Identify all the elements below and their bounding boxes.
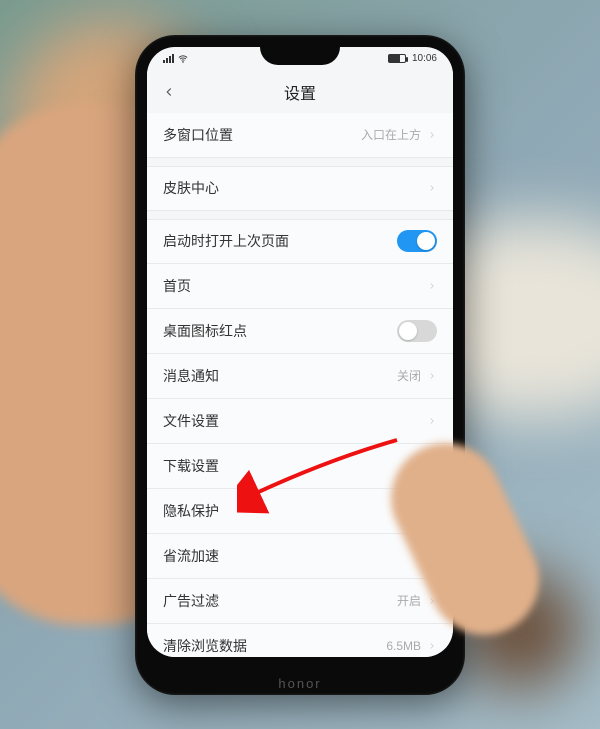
row-homepage[interactable]: 首页 [147,264,453,309]
battery-icon [388,54,406,63]
notch [260,47,340,65]
row-ad-block[interactable]: 广告过滤 开启 [147,579,453,624]
chevron-right-icon [427,416,437,426]
phone-frame: 10:06 设置 多窗口位置 入口在上方 皮肤中心 启动时打开上 [135,35,465,695]
chevron-right-icon [427,130,437,140]
chevron-right-icon [427,281,437,291]
wifi-icon [178,54,188,64]
row-file-settings[interactable]: 文件设置 [147,399,453,444]
chevron-right-icon [427,371,437,381]
row-label: 下载设置 [163,456,219,476]
row-label: 启动时打开上次页面 [163,231,289,251]
phone-brand: honor [135,676,465,691]
chevron-right-icon [427,641,437,651]
row-notifications[interactable]: 消息通知 关闭 [147,354,453,399]
row-label: 省流加速 [163,546,219,566]
row-label: 消息通知 [163,366,219,386]
row-clear-data[interactable]: 清除浏览数据 6.5MB [147,624,453,657]
row-skin-center[interactable]: 皮肤中心 [147,166,453,211]
status-time: 10:06 [412,53,437,64]
row-label: 皮肤中心 [163,178,219,198]
row-label: 广告过滤 [163,591,219,611]
row-value: 开启 [397,592,421,609]
settings-list: 多窗口位置 入口在上方 皮肤中心 启动时打开上次页面 首页 桌面图标红点 [147,113,453,657]
row-label: 清除浏览数据 [163,636,247,656]
toggle-desktop-badge[interactable] [397,320,437,342]
signal-icon [163,54,174,63]
screen: 10:06 设置 多窗口位置 入口在上方 皮肤中心 启动时打开上 [147,47,453,657]
row-value: 6.5MB [386,639,421,653]
back-button[interactable] [159,82,179,102]
row-value: 关闭 [397,367,421,384]
row-value: 入口在上方 [361,126,421,143]
row-label: 首页 [163,276,191,296]
row-label: 桌面图标红点 [163,321,247,341]
chevron-right-icon [427,183,437,193]
row-desktop-badge[interactable]: 桌面图标红点 [147,309,453,354]
header: 设置 [147,71,453,113]
row-label: 隐私保护 [163,501,219,521]
row-multi-window[interactable]: 多窗口位置 入口在上方 [147,113,453,158]
row-restore-last-page[interactable]: 启动时打开上次页面 [147,219,453,264]
toggle-restore-last-page[interactable] [397,230,437,252]
row-label: 文件设置 [163,411,219,431]
page-title: 设置 [284,80,316,104]
chevron-left-icon [162,85,176,99]
row-label: 多窗口位置 [163,125,233,145]
